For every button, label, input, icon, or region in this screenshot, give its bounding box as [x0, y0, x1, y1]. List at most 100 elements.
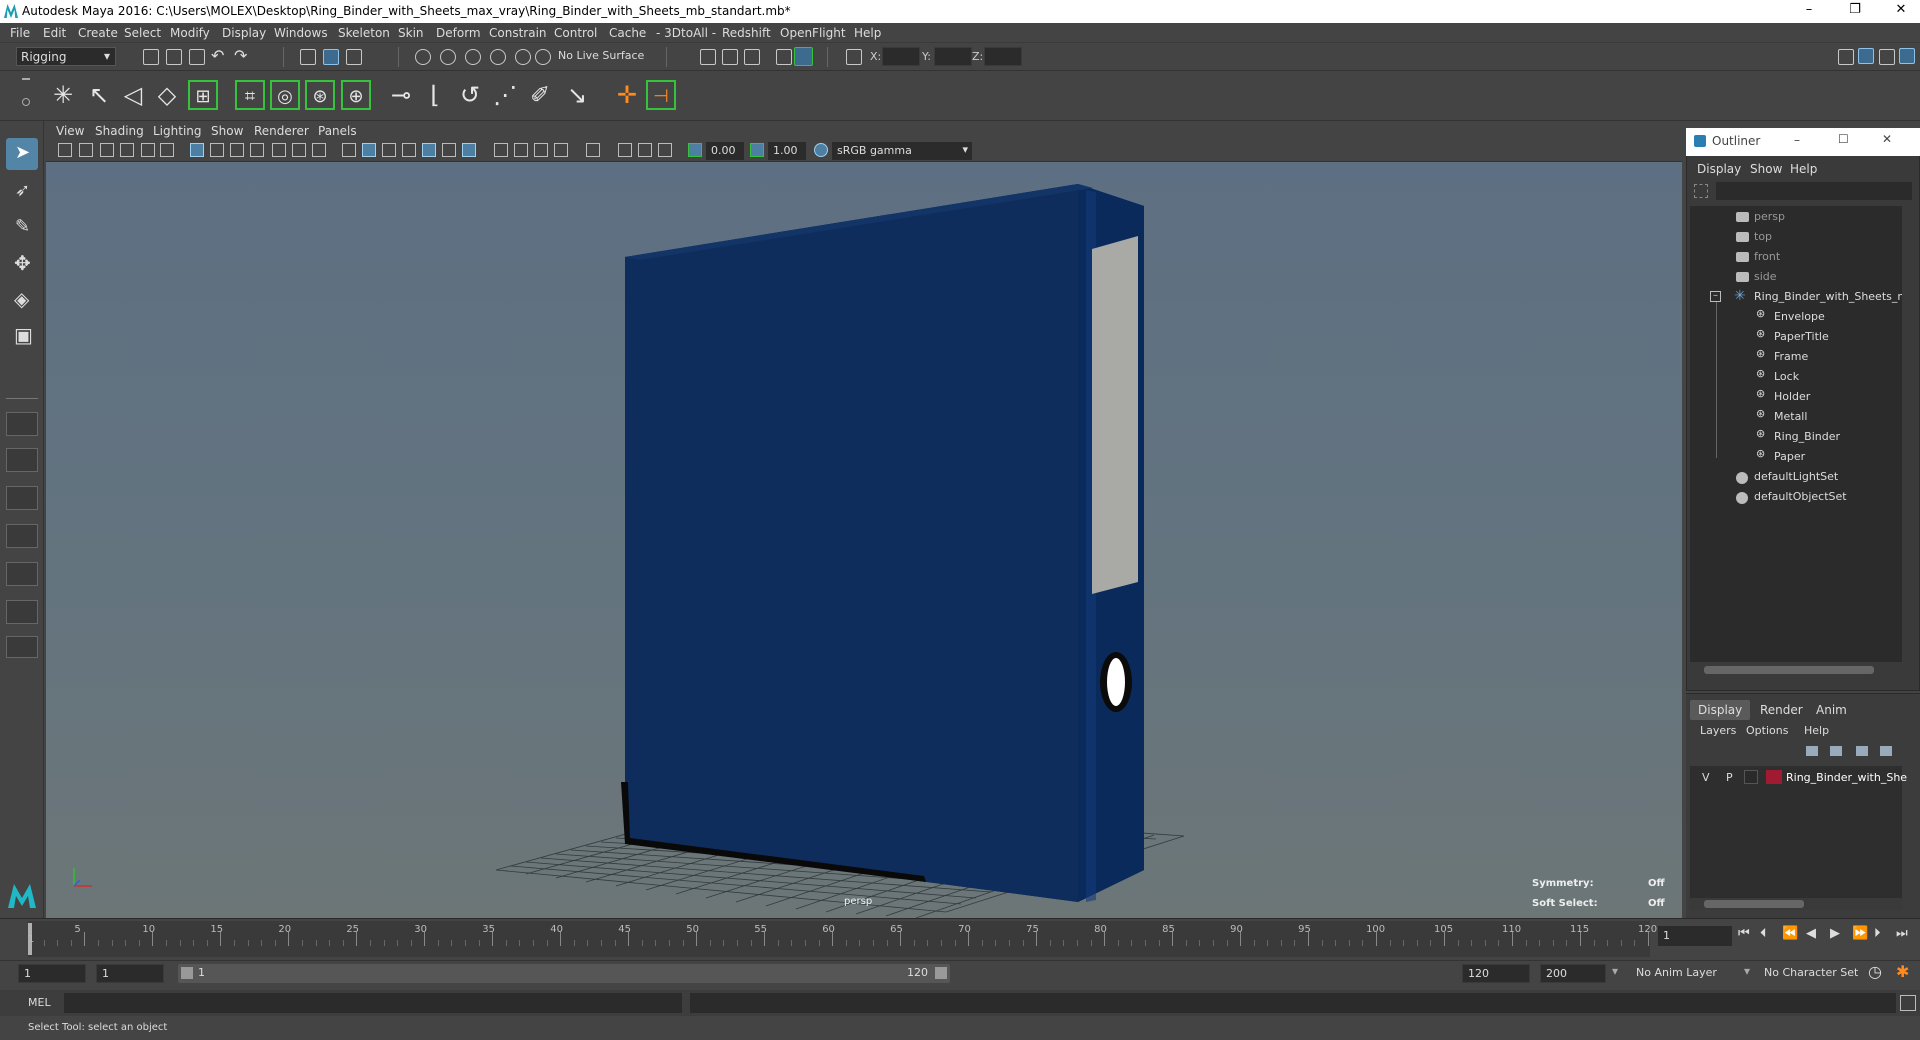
interactive-bind-icon[interactable]: ⊛ [305, 80, 335, 110]
play-forwards-icon[interactable]: ▶ [1830, 926, 1840, 941]
snap-grid-icon[interactable] [415, 49, 431, 65]
open-scene-icon[interactable] [166, 49, 182, 65]
step-forward-frame-icon[interactable]: ⏵ [1874, 926, 1881, 941]
modeling-toolkit-icon[interactable] [1838, 49, 1854, 65]
anim-layer-dropdown[interactable]: No Anim Layer [1636, 966, 1717, 979]
collapse-icon[interactable]: – [1710, 291, 1721, 302]
field-chart-icon[interactable] [272, 143, 286, 157]
layer-playback-toggle[interactable]: P [1726, 771, 1733, 784]
paint-weights-icon[interactable]: ⊕ [341, 80, 371, 110]
menu-windows[interactable]: Windows [274, 26, 328, 40]
depth-of-field-icon[interactable] [554, 143, 568, 157]
new-layer-from-selection-icon[interactable] [1880, 746, 1892, 756]
animation-start-field[interactable]: 1 [18, 964, 86, 983]
gamma-field[interactable]: 1.00 [768, 142, 806, 160]
menu-help[interactable]: Help [854, 26, 881, 40]
snap-curve-icon[interactable] [440, 49, 456, 65]
attribute-editor-icon[interactable] [1858, 48, 1874, 64]
wireframe-on-shaded-icon[interactable] [402, 143, 416, 157]
menu-deform[interactable]: Deform [436, 26, 481, 40]
camera-attributes-icon[interactable] [79, 143, 93, 157]
single-perspective-layout-icon[interactable] [6, 412, 38, 436]
outliner-item-root[interactable]: Ring_Binder_with_Sheets_nc [1754, 290, 1910, 303]
isolate-select-icon[interactable] [586, 143, 600, 157]
grease-pencil-icon[interactable] [160, 143, 174, 157]
restore-button[interactable]: ❐ [1832, 0, 1878, 22]
insert-joint-icon[interactable]: ↖ [84, 80, 114, 110]
wireframe-icon[interactable] [342, 143, 356, 157]
outliner-item-side[interactable]: side [1754, 270, 1777, 283]
y-field[interactable] [934, 47, 972, 66]
step-back-key-icon[interactable]: ⏪ [1782, 926, 1798, 941]
safe-title-icon[interactable] [312, 143, 326, 157]
outliner-close-button[interactable]: ✕ [1882, 132, 1892, 146]
gamma-icon[interactable] [750, 143, 764, 157]
outliner-item-holder[interactable]: Holder [1774, 390, 1810, 403]
blend-shape-icon[interactable]: ⋰ [490, 80, 520, 110]
smooth-shade-icon[interactable] [362, 143, 376, 157]
shadows-icon[interactable] [462, 143, 476, 157]
outliner-minimize-button[interactable]: – [1794, 133, 1800, 147]
layer-tab-render[interactable]: Render [1752, 700, 1811, 720]
camera-select-icon[interactable] [58, 143, 72, 157]
render-view-icon[interactable] [700, 49, 716, 65]
go-to-end-icon[interactable]: ⏭ [1896, 926, 1908, 941]
scale-tool-icon[interactable]: ▣ [6, 320, 38, 352]
layer-menu-help[interactable]: Help [1804, 724, 1829, 737]
menu-display[interactable]: Display [222, 26, 266, 40]
grid-toggle-icon[interactable] [190, 143, 204, 157]
menu-create[interactable]: Create [78, 26, 118, 40]
script-editor-icon[interactable] [1900, 995, 1916, 1011]
menu-openflight[interactable]: OpenFlight [780, 26, 846, 40]
xray-active-icon[interactable] [638, 143, 652, 157]
motion-blur-icon[interactable] [514, 143, 528, 157]
default-material-icon[interactable] [382, 143, 396, 157]
vp-menu-shading[interactable]: Shading [95, 124, 144, 138]
playback-end-field[interactable]: 120 [1462, 964, 1530, 983]
outliner-item-papertitle[interactable]: PaperTitle [1774, 330, 1829, 343]
vp-menu-show[interactable]: Show [211, 124, 243, 138]
shelf-settings-icon[interactable] [22, 98, 30, 106]
outliner-item-defaultlightset[interactable]: defaultLightSet [1754, 470, 1838, 483]
play-backwards-icon[interactable]: ◀ [1806, 926, 1816, 941]
menu-3dtoall[interactable]: - 3DtoAll - [656, 26, 716, 40]
render-current-icon[interactable] [722, 49, 738, 65]
timeline-track[interactable] [28, 921, 1650, 957]
snap-point-icon[interactable] [465, 49, 481, 65]
outliner-search-input[interactable] [1716, 182, 1912, 200]
outliner-item-persp[interactable]: persp [1754, 210, 1785, 223]
sculpt-deformer-icon[interactable]: ✐ [525, 80, 555, 110]
z-field[interactable] [984, 47, 1022, 66]
outliner-item-paper[interactable]: Paper [1774, 450, 1805, 463]
scrollbar-thumb[interactable] [1704, 666, 1874, 674]
menu-redshift[interactable]: Redshift [722, 26, 771, 40]
lasso-tool-icon[interactable]: ➶ [6, 176, 38, 208]
command-input[interactable] [64, 993, 682, 1013]
render-settings-icon[interactable] [776, 49, 792, 65]
new-empty-layer-icon[interactable] [1856, 746, 1868, 756]
select-component-icon[interactable] [346, 49, 362, 65]
move-layer-down-icon[interactable] [1830, 746, 1842, 756]
gate-mask-icon[interactable] [250, 143, 264, 157]
select-tool-icon[interactable]: ➤ [6, 138, 38, 170]
outliner-item-lock[interactable]: Lock [1774, 370, 1799, 383]
transform-lock-icon[interactable] [846, 49, 862, 65]
persp-graph-layout-icon[interactable] [6, 524, 38, 548]
menu-edit[interactable]: Edit [43, 26, 66, 40]
shelf-menu-icon[interactable] [22, 78, 30, 80]
xray-joints-icon[interactable] [658, 143, 672, 157]
channel-box-icon[interactable] [1899, 48, 1915, 64]
layer-color-swatch[interactable] [1766, 770, 1782, 784]
outliner-item-top[interactable]: top [1754, 230, 1772, 243]
four-view-layout-icon[interactable] [6, 448, 38, 472]
screen-space-ao-icon[interactable] [494, 143, 508, 157]
color-management-icon[interactable] [814, 143, 828, 157]
range-end-handle[interactable] [935, 967, 947, 979]
outliner-menu-show[interactable]: Show [1750, 162, 1782, 176]
vp-menu-lighting[interactable]: Lighting [153, 124, 202, 138]
outliner-item-front[interactable]: front [1754, 250, 1780, 263]
orient-joint-icon[interactable]: ◇ [152, 80, 182, 110]
layer-tab-anim[interactable]: Anim [1808, 700, 1855, 720]
layer-display-type-toggle[interactable] [1744, 770, 1758, 784]
image-plane-icon[interactable] [120, 143, 134, 157]
